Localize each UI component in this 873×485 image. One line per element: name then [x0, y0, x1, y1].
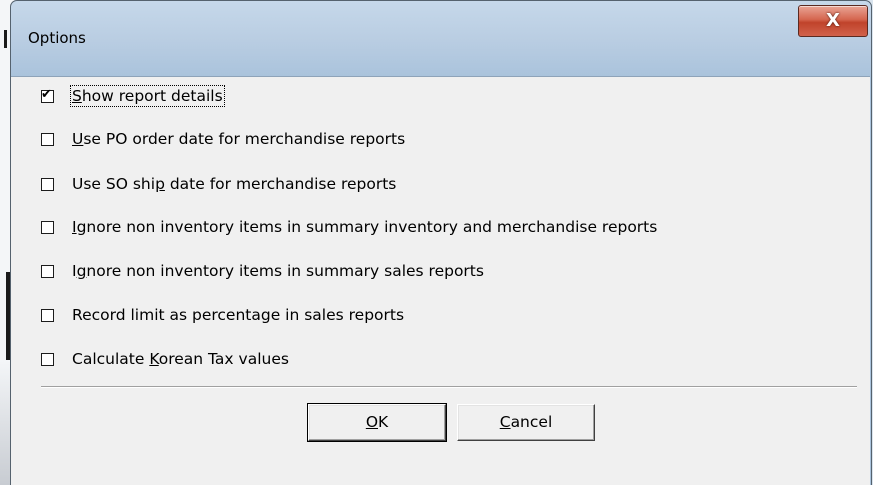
ignore-non-inventory-summary-inventory-label[interactable]: Ignore non inventory items in summary in…	[72, 218, 657, 236]
option-ignore-non-inventory-summary-inventory[interactable]: Ignore non inventory items in summary in…	[41, 215, 657, 239]
check-icon: ✔	[41, 86, 52, 102]
ignore-non-inventory-summary-sales-checkbox[interactable]	[41, 264, 54, 278]
ok-button-label: K	[378, 413, 389, 431]
use-so-ship-date-label[interactable]: Use SO ship date for merchandise reports	[72, 175, 396, 193]
option-calculate-korean-tax[interactable]: Calculate Korean Tax values	[41, 347, 289, 371]
ok-button-accelerator: O	[365, 413, 379, 431]
calculate-korean-tax-checkbox[interactable]	[41, 352, 54, 366]
option-use-po-order-date[interactable]: Use PO order date for merchandise report…	[41, 127, 405, 151]
background-artifact	[4, 30, 7, 48]
close-icon: X	[826, 10, 840, 31]
option-ignore-non-inventory-summary-sales[interactable]: Ignore non inventory items in summary sa…	[41, 259, 484, 283]
ignore-non-inventory-summary-sales-label[interactable]: Ignore non inventory items in summary sa…	[72, 262, 484, 280]
show-report-details-checkbox[interactable]: ✔	[41, 86, 54, 103]
option-record-limit-percentage[interactable]: Record limit as percentage in sales repo…	[41, 303, 404, 327]
use-so-ship-date-checkbox[interactable]	[41, 177, 54, 191]
cancel-button[interactable]: Cancel	[457, 404, 595, 441]
close-button[interactable]: X	[798, 5, 868, 37]
option-use-so-ship-date[interactable]: Use SO ship date for merchandise reports	[41, 172, 396, 196]
cancel-button-label: ancel	[510, 413, 553, 431]
background-shade	[0, 360, 10, 485]
options-dialog: Options X ✔ Show report details Use PO o…	[10, 0, 872, 485]
dialog-client-area: ✔ Show report details Use PO order date …	[11, 76, 870, 485]
dialog-title: Options	[28, 29, 86, 47]
title-bar[interactable]: Options X	[11, 1, 871, 77]
calculate-korean-tax-label[interactable]: Calculate Korean Tax values	[72, 350, 289, 368]
show-report-details-label[interactable]: Show report details	[70, 85, 225, 107]
option-show-report-details[interactable]: ✔ Show report details	[41, 84, 225, 108]
use-po-order-date-checkbox[interactable]	[41, 132, 54, 146]
separator-line	[41, 386, 857, 388]
use-po-order-date-label[interactable]: Use PO order date for merchandise report…	[72, 130, 405, 148]
ignore-non-inventory-summary-inventory-checkbox[interactable]	[41, 220, 54, 234]
record-limit-percentage-label[interactable]: Record limit as percentage in sales repo…	[72, 306, 404, 324]
ok-button[interactable]: OK	[307, 403, 447, 442]
cancel-button-accelerator: C	[499, 413, 511, 431]
record-limit-percentage-checkbox[interactable]	[41, 308, 54, 322]
